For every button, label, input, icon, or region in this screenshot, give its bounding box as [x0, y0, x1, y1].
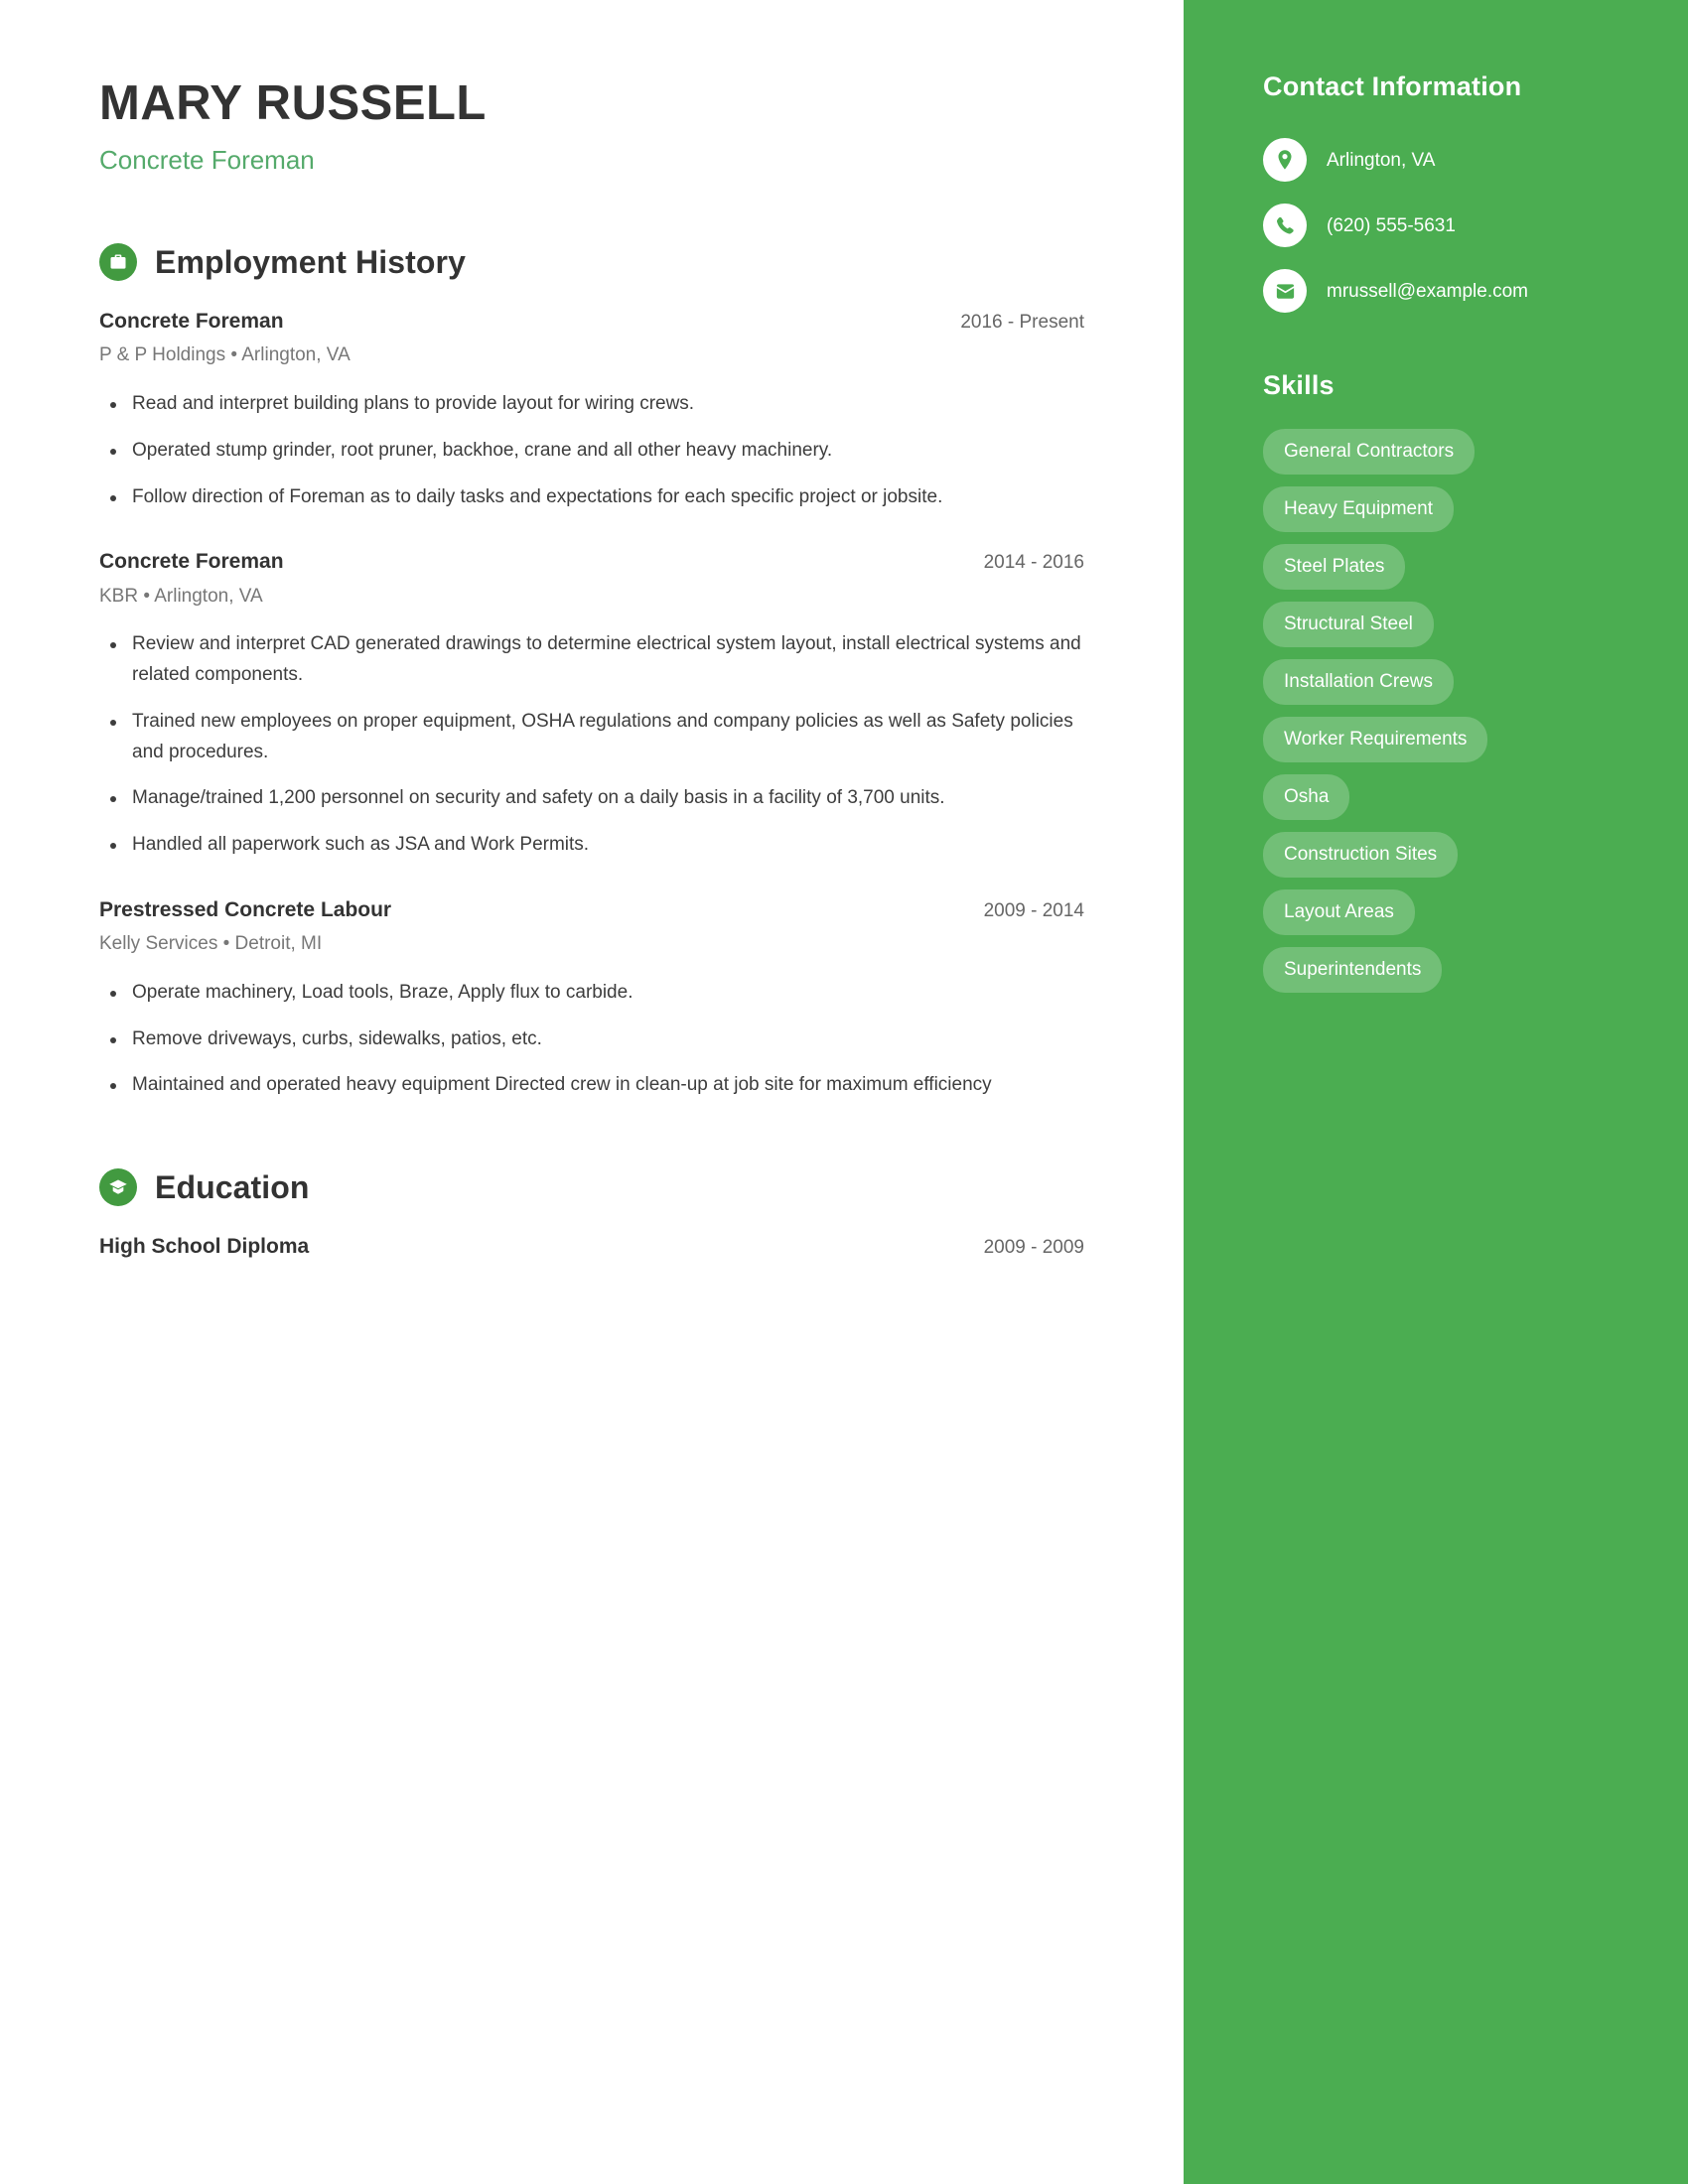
skill-pill: Layout Areas [1263, 889, 1415, 935]
graduation-cap-icon [99, 1168, 137, 1207]
location-pin-icon [1263, 138, 1307, 182]
briefcase-icon [99, 243, 137, 282]
bullet-item: Manage/trained 1,200 personnel on securi… [99, 783, 1084, 814]
bullet-item: Maintained and operated heavy equipment … [99, 1070, 1084, 1101]
education-section: Education High School Diploma 2009 - 200… [99, 1168, 1084, 1261]
employment-entry: Prestressed Concrete Labour 2009 - 2014 … [99, 896, 1084, 1101]
entry-dates: 2016 - Present [960, 312, 1084, 334]
skill-pill: Superintendents [1263, 947, 1443, 993]
skills-title: Skills [1263, 370, 1335, 400]
bullet-item: Read and interpret building plans to pro… [99, 389, 1084, 420]
bullet-item: Handled all paperwork such as JSA and Wo… [99, 830, 1084, 861]
contact-list: Arlington, VA (620) 555-5631 mrussell@ex… [1263, 138, 1628, 313]
bullet-item: Remove driveways, curbs, sidewalks, pati… [99, 1024, 1084, 1055]
bullet-item: Operated stump grinder, root pruner, bac… [99, 436, 1084, 467]
entry-bullets: Read and interpret building plans to pro… [99, 389, 1084, 512]
bullet-item: Follow direction of Foreman as to daily … [99, 482, 1084, 513]
education-heading: Education [99, 1168, 1084, 1207]
skill-pill: Steel Plates [1263, 544, 1406, 590]
skill-pill: Structural Steel [1263, 602, 1434, 647]
contact-email-value: mrussell@example.com [1327, 281, 1529, 302]
resume-header: MARY RUSSELL Concrete Foreman [99, 76, 1084, 176]
entry-company-location: Kelly Services • Detroit, MI [99, 933, 323, 955]
employment-entry: Concrete Foreman 2014 - 2016 KBR • Arlin… [99, 548, 1084, 861]
entry-dates: 2009 - 2009 [983, 1237, 1084, 1259]
skill-pill: Construction Sites [1263, 832, 1459, 878]
entry-bullets: Operate machinery, Load tools, Braze, Ap… [99, 978, 1084, 1101]
entry-degree-title: High School Diploma [99, 1235, 310, 1259]
skill-pill: Osha [1263, 774, 1350, 820]
entry-company-location: P & P Holdings • Arlington, VA [99, 344, 351, 366]
entry-job-title: Concrete Foreman [99, 310, 284, 334]
skill-pill: Worker Requirements [1263, 717, 1488, 762]
entry-bullets: Review and interpret CAD generated drawi… [99, 629, 1084, 861]
entry-dates: 2014 - 2016 [983, 552, 1084, 574]
education-entry: High School Diploma 2009 - 2009 [99, 1233, 1084, 1261]
entry-header-row: Concrete Foreman 2014 - 2016 [99, 548, 1084, 576]
skill-pill: Installation Crews [1263, 659, 1454, 705]
contact-information-title: Contact Information [1263, 71, 1522, 101]
candidate-job-title: Concrete Foreman [99, 144, 315, 175]
contact-item-phone: (620) 555-5631 [1263, 204, 1628, 247]
skill-pill: Heavy Equipment [1263, 486, 1454, 532]
contact-location-value: Arlington, VA [1327, 150, 1436, 171]
entry-job-title: Prestressed Concrete Labour [99, 897, 392, 921]
entry-dates: 2009 - 2014 [983, 899, 1084, 921]
bullet-item: Review and interpret CAD generated drawi… [99, 629, 1084, 691]
entry-job-title: Concrete Foreman [99, 550, 284, 574]
envelope-icon [1263, 269, 1307, 313]
bullet-item: Operate machinery, Load tools, Braze, Ap… [99, 978, 1084, 1009]
entry-header-row: High School Diploma 2009 - 2009 [99, 1233, 1084, 1261]
contact-item-email: mrussell@example.com [1263, 269, 1628, 313]
entry-header-row: Concrete Foreman 2016 - Present [99, 308, 1084, 336]
main-column: MARY RUSSELL Concrete Foreman Employment… [0, 0, 1184, 2184]
bullet-item: Trained new employees on proper equipmen… [99, 707, 1084, 768]
skill-list: General Contractors Heavy Equipment Stee… [1263, 429, 1628, 993]
entry-company-location: KBR • Arlington, VA [99, 585, 263, 607]
employment-entries: Concrete Foreman 2016 - Present P & P Ho… [99, 308, 1084, 1101]
employment-history-heading: Employment History [99, 243, 1084, 282]
resume-page: MARY RUSSELL Concrete Foreman Employment… [0, 0, 1688, 2184]
contact-phone-value: (620) 555-5631 [1327, 215, 1456, 236]
sidebar: Contact Information Arlington, VA (620) … [1184, 0, 1688, 2184]
employment-entry: Concrete Foreman 2016 - Present P & P Ho… [99, 308, 1084, 512]
candidate-name: MARY RUSSELL [99, 76, 487, 130]
employment-history-section: Employment History Concrete Foreman 2016… [99, 243, 1084, 1101]
skill-pill: General Contractors [1263, 429, 1476, 475]
education-title: Education [155, 1168, 310, 1205]
contact-item-location: Arlington, VA [1263, 138, 1628, 182]
education-entries: High School Diploma 2009 - 2009 [99, 1233, 1084, 1261]
phone-icon [1263, 204, 1307, 247]
entry-header-row: Prestressed Concrete Labour 2009 - 2014 [99, 896, 1084, 924]
employment-history-title: Employment History [155, 243, 466, 280]
